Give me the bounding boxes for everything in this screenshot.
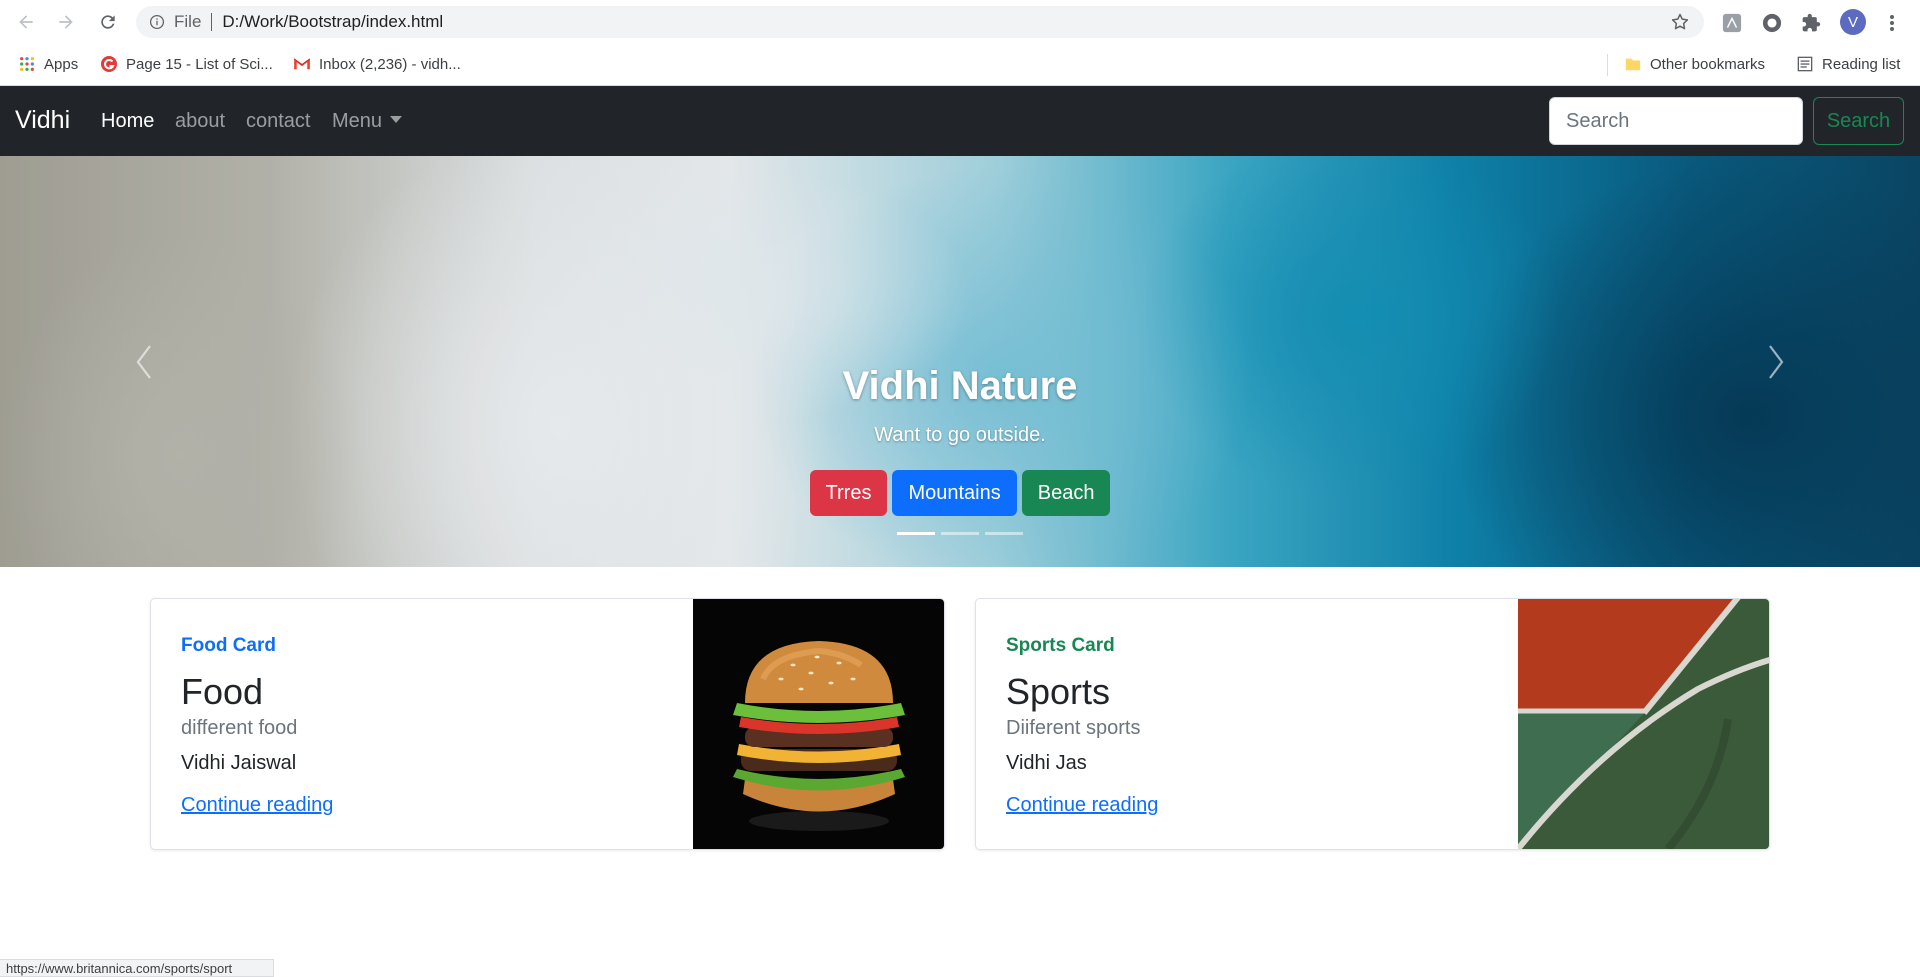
search-button[interactable]: Search [1813,97,1904,145]
apps-grid-icon [18,55,36,73]
bookmark-star-icon[interactable] [1670,12,1690,32]
other-bookmarks[interactable]: Other bookmarks [1624,52,1765,76]
site-favicon-icon [100,55,118,73]
nav-dropdown-label: Menu [332,110,383,132]
forward-arrow-icon [59,15,73,29]
carousel-indicators [0,532,1920,535]
mountains-button[interactable]: Mountains [892,470,1017,516]
card-subtitle: Diiferent sports [1006,717,1141,739]
beach-button[interactable]: Beach [1021,470,1111,516]
carousel-indicator-3[interactable] [985,532,1023,535]
bookmark-page-15[interactable]: Page 15 - List of Sci... [100,52,273,76]
bookmark-label: Inbox (2,236) - vidh... [319,55,461,73]
url-text[interactable]: D:/Work/Bootstrap/index.html [222,12,443,32]
extensions-puzzle-icon[interactable] [1800,12,1822,34]
other-bookmarks-label: Other bookmarks [1650,55,1766,73]
url-separator [211,13,213,31]
sports-court-image [1518,599,1769,849]
reading-list-icon [1796,55,1814,73]
forward-button[interactable] [46,0,86,44]
reading-list-label: Reading list [1822,55,1901,73]
burger-image [693,599,944,849]
search-input[interactable] [1549,97,1803,145]
carousel-indicator-2[interactable] [941,532,979,535]
bookmarks-divider [1607,54,1608,76]
card-subtitle: different food [181,717,298,739]
pdf-extension-icon[interactable] [1721,12,1743,34]
gmail-icon [293,55,311,73]
hero-carousel: Vidhi Nature Want to go outside. Trres M… [0,156,1920,567]
info-icon[interactable] [148,13,166,31]
bookmark-label: Apps [44,55,79,73]
carousel-title: Vidhi Nature [842,364,1078,408]
nav-link-about[interactable]: about [175,110,225,133]
continue-reading-link[interactable]: Continue reading [1006,794,1158,817]
card-title: Food [181,671,264,712]
url-scheme-label: File [174,12,202,31]
bookmarks-bar: Apps Page 15 - List of Sci... Inbox (2,2… [0,44,1920,86]
back-button[interactable] [6,0,46,44]
carousel-subtitle: Want to go outside. [874,424,1046,446]
back-arrow-icon [19,15,33,29]
carousel-button-group: Trres Mountains Beach [0,470,1920,516]
continue-reading-link[interactable]: Continue reading [181,794,333,817]
browser-menu-icon[interactable] [1886,12,1898,34]
folder-icon [1624,55,1642,73]
food-card: Food Card Food different food Vidhi Jais… [150,598,945,850]
caret-down-icon [390,116,403,124]
card-title: Sports [1006,671,1111,712]
site-navbar: Vidhi Home about contact Menu Search [0,86,1920,156]
bookmark-apps[interactable]: Apps [18,52,78,76]
card-category: Sports Card [1006,635,1115,656]
nav-link-contact[interactable]: contact [246,110,310,133]
card-author: Vidhi Jas [1006,752,1087,774]
navbar-brand[interactable]: Vidhi [15,106,70,135]
reading-list[interactable]: Reading list [1796,52,1900,76]
shield-extension-icon[interactable] [1761,12,1783,34]
bookmark-label: Page 15 - List of Sci... [126,55,273,73]
nav-link-home[interactable]: Home [101,110,154,133]
sports-card: Sports Card Sports Diiferent sports Vidh… [975,598,1770,850]
card-body: Food Card Food different food Vidhi Jais… [181,599,681,849]
browser-toolbar: File D:/Work/Bootstrap/index.html V [0,0,1920,44]
card-category: Food Card [181,635,276,656]
carousel-indicator-1[interactable] [897,532,935,535]
reload-button[interactable] [88,0,128,44]
nav-dropdown-menu[interactable]: Menu [332,110,403,133]
address-bar[interactable]: File D:/Work/Bootstrap/index.html [136,6,1704,38]
status-bar-url: https://www.britannica.com/sports/sport [0,959,274,977]
trees-button[interactable]: Trres [809,470,888,516]
bookmark-inbox[interactable]: Inbox (2,236) - vidh... [293,52,461,76]
card-author: Vidhi Jaiswal [181,752,297,774]
profile-avatar[interactable]: V [1840,9,1866,35]
reload-icon [101,15,115,29]
card-body: Sports Card Sports Diiferent sports Vidh… [1006,599,1506,849]
